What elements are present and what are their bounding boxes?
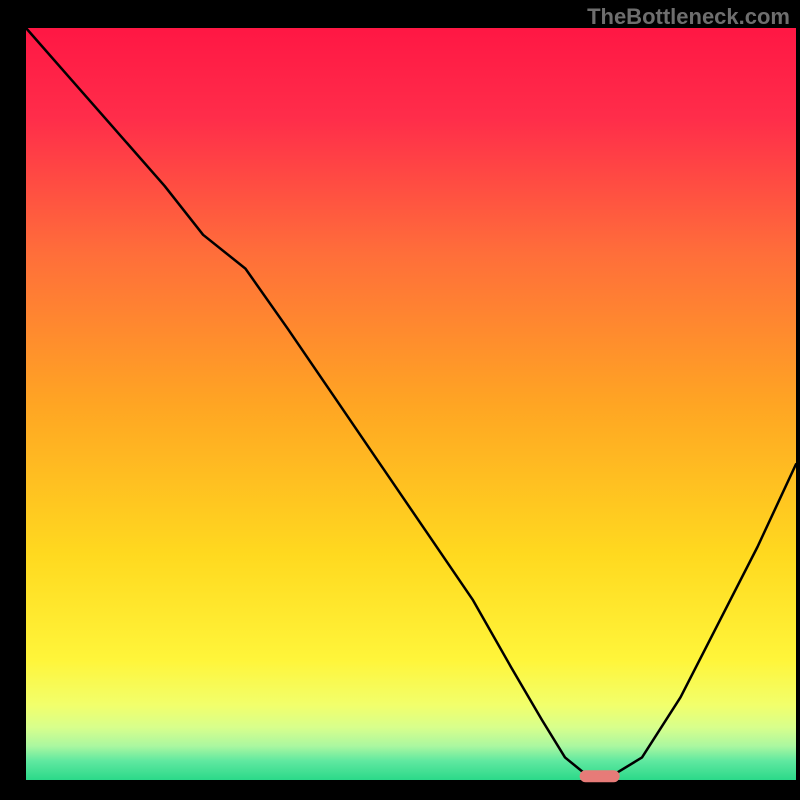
attribution-label: TheBottleneck.com — [587, 4, 790, 30]
bottleneck-chart: TheBottleneck.com — [0, 0, 800, 800]
chart-svg — [0, 0, 800, 800]
plot-background — [26, 28, 796, 780]
optimal-marker — [580, 770, 620, 782]
